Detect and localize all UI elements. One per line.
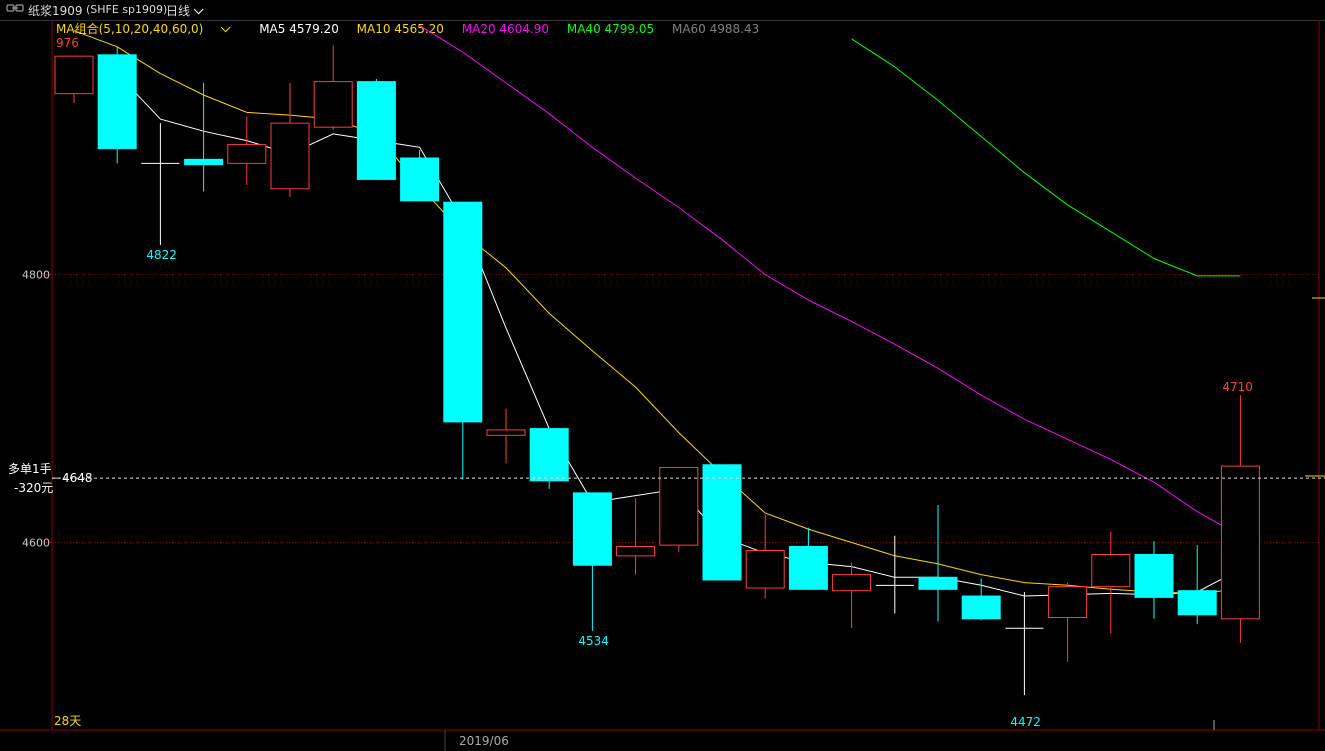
candle-body bbox=[400, 157, 440, 202]
candle-body bbox=[616, 545, 656, 557]
candle-body bbox=[745, 549, 785, 589]
candle-body bbox=[832, 574, 872, 592]
candle-body bbox=[54, 55, 94, 95]
candle-body bbox=[961, 595, 1001, 620]
candle-body bbox=[918, 576, 958, 590]
candle-body bbox=[443, 201, 483, 423]
days-label: 28天 bbox=[54, 714, 81, 728]
extreme-label: 4710 bbox=[1222, 380, 1253, 394]
ma-line-ma10 bbox=[73, 30, 1241, 594]
candle-body bbox=[270, 122, 310, 190]
candle-body bbox=[184, 158, 224, 166]
extreme-label: 4534 bbox=[578, 634, 609, 648]
candle-body bbox=[1134, 554, 1174, 598]
ma-line-ma40 bbox=[851, 38, 1241, 277]
candle-body bbox=[97, 54, 137, 150]
extreme-label: 4822 bbox=[146, 248, 177, 262]
position-pnl-label: -320元 bbox=[14, 481, 53, 495]
candle-body bbox=[356, 81, 396, 180]
candle-body bbox=[1091, 554, 1131, 588]
candle-body bbox=[1220, 465, 1260, 620]
candle-body bbox=[486, 429, 526, 436]
ytick-label: 4600 bbox=[22, 536, 50, 549]
candle-body bbox=[702, 464, 742, 581]
date-label: 2019/06 bbox=[459, 734, 509, 748]
candle-body bbox=[313, 81, 353, 128]
candle-body bbox=[227, 144, 267, 164]
candle-body bbox=[659, 466, 699, 546]
extreme-label: 4472 bbox=[1010, 715, 1041, 729]
candle-body bbox=[529, 428, 569, 482]
position-side-label: 多单1手 bbox=[8, 462, 52, 476]
candle-body bbox=[1048, 586, 1088, 618]
candle-body bbox=[572, 492, 612, 566]
candlestick-chart[interactable]: 46004800 9764822453444724710 多单1手 -320元 … bbox=[0, 0, 1325, 751]
candle-body bbox=[1177, 590, 1217, 616]
ytick-label: 4800 bbox=[22, 269, 50, 282]
extreme-label: 976 bbox=[56, 36, 79, 50]
position-price-label: 4648 bbox=[62, 471, 93, 485]
candle-body bbox=[788, 545, 828, 590]
